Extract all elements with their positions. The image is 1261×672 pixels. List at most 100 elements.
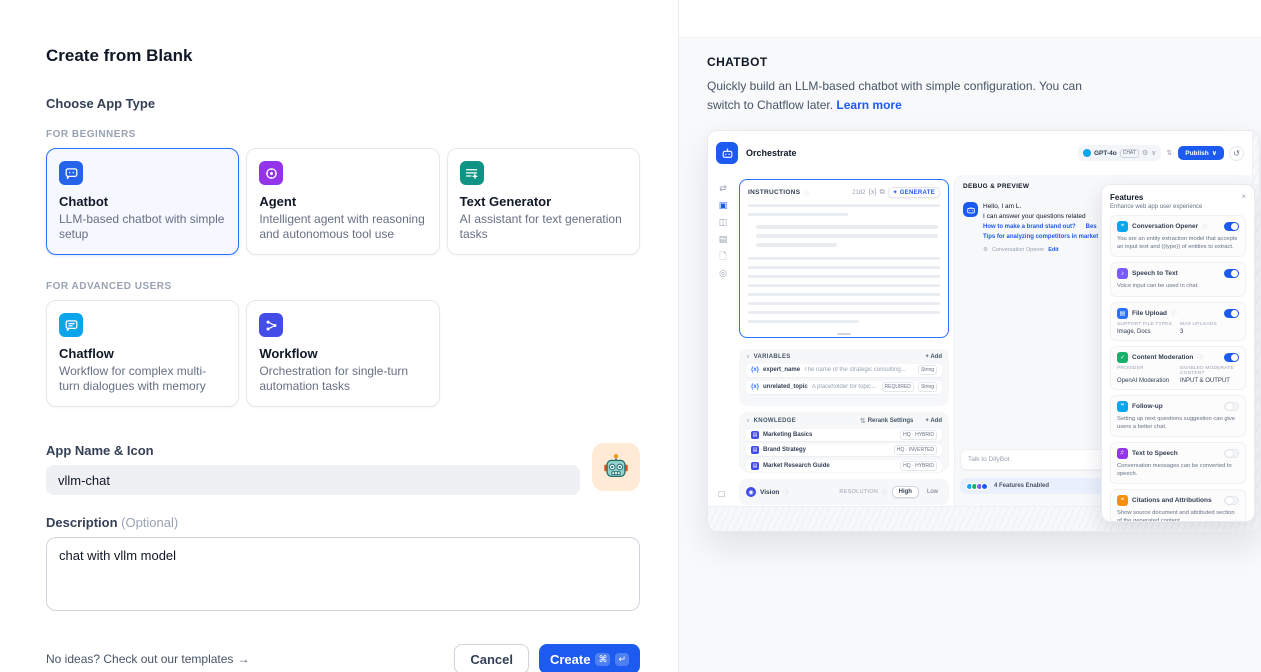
variables-section: ∨ VARIABLES + Add {x} expert_name The na… <box>739 349 949 406</box>
app-type-name: Text Generator <box>460 194 627 209</box>
chevron-down-icon: ∨ <box>746 418 750 424</box>
app-type-desc: Intelligent agent with reasoning and aut… <box>259 212 426 242</box>
info-icon: ⓘ <box>1202 223 1208 231</box>
resize-handle <box>837 333 851 335</box>
choose-app-type-label: Choose App Type <box>46 96 640 111</box>
robot-emoji-icon <box>601 452 631 482</box>
app-type-card-text-generator[interactable]: Text Generator AI assistant for text gen… <box>447 148 640 255</box>
create-app-modal: Create from Blank Choose App Type FOR BE… <box>0 0 1261 672</box>
feature-item: ❞ Follow-up Setting up next questions su… <box>1110 395 1246 437</box>
collapse-icon: ▢ <box>718 489 726 498</box>
generate-button: ✦ GENERATE <box>888 187 940 198</box>
index-mode-badge: HQ · HYBRID <box>900 461 937 471</box>
chevron-down-icon: ∨ <box>1151 149 1156 157</box>
feature-item: ♪ Speech to Text Voice input can be used… <box>1110 262 1246 296</box>
preview-pane: CHATBOT Quickly build an LLM-based chatb… <box>678 0 1261 672</box>
app-type-card-chatflow[interactable]: Chatflow Workflow for complex multi-turn… <box>46 300 239 407</box>
opener-gear-icon: ⚙ <box>983 247 988 253</box>
speech-to-text-icon: ♪ <box>1117 268 1128 279</box>
app-type-desc: Workflow for complex multi-turn dialogue… <box>59 364 226 394</box>
app-type-desc: Orchestration for single-turn automation… <box>259 364 426 394</box>
publish-button: Publish ∨ <box>1178 146 1224 160</box>
globe-nav-icon: ◎ <box>719 268 727 278</box>
preview-app-title: Orchestrate <box>746 148 797 158</box>
create-button[interactable]: Create ⌘ ↵ <box>539 644 640 672</box>
text-generator-icon <box>460 161 484 185</box>
for-beginners-label: FOR BEGINNERS <box>46 129 640 140</box>
app-type-card-chatbot[interactable]: Chatbot LLM-based chatbot with simple se… <box>46 148 239 255</box>
close-icon: × <box>1241 193 1246 201</box>
preview-mini-sidebar: ⇄ ▣ ◫ ▤ 🗋 ◎ <box>715 183 731 278</box>
dialog-footer: No ideas? Check out our templates → Canc… <box>46 644 640 672</box>
info-icon: ⓘ <box>1197 353 1203 361</box>
selected-type-description: Quickly build an LLM-based chatbot with … <box>707 77 1092 114</box>
app-name-input[interactable] <box>46 465 580 495</box>
file-upload-icon: ▤ <box>1117 308 1128 319</box>
feature-item: ❝ Conversation Opener ⓘ You are an entit… <box>1110 215 1246 257</box>
knowledge-doc-icon: ▤ <box>751 446 759 454</box>
index-mode-badge: HQ · HYBRID <box>900 430 937 440</box>
app-type-name: Chatbot <box>59 194 226 209</box>
suggested-question: Tips for analyzing competitors in market <box>983 232 1098 243</box>
create-form-pane: Create from Blank Choose App Type FOR BE… <box>0 0 678 672</box>
citations-icon: ❝ <box>1117 495 1128 506</box>
cancel-button[interactable]: Cancel <box>454 644 529 672</box>
description-label: Description <box>46 515 118 530</box>
feature-toggle <box>1224 402 1239 411</box>
chatbot-preview-image: Orchestrate GPT-4o CHAT ⚙ ∨ ⇅ Publish <box>707 130 1260 532</box>
follow-up-icon: ❞ <box>1117 401 1128 412</box>
feature-toggle <box>1224 222 1239 231</box>
feature-item: ✓ Content Moderation ⓘ PROVIDER ENABLED … <box>1110 346 1246 390</box>
compare-icon: ⇅ <box>1166 149 1172 157</box>
add-variable-button: + Add <box>925 354 942 360</box>
beginner-cards: Chatbot LLM-based chatbot with simple se… <box>46 148 640 255</box>
chevron-down-icon: ∨ <box>746 354 750 360</box>
knowledge-row: ▤ Marketing Basics HQ · HYBRID <box>746 429 942 441</box>
description-optional-label: (Optional) <box>121 515 178 530</box>
templates-link[interactable]: No ideas? Check out our templates → <box>46 652 249 666</box>
page-title: Create from Blank <box>46 46 640 66</box>
app-avatar-icon <box>716 142 738 164</box>
feature-item: ▤ File Upload ⓘ SUPPORT FILE TYPES MAX U… <box>1110 302 1246 341</box>
model-provider-icon <box>1083 149 1091 157</box>
feature-dot-icon <box>981 483 988 490</box>
app-name-label: App Name & Icon <box>46 443 580 458</box>
top-strip <box>679 0 1261 38</box>
index-mode-badge: HQ · INVERTED <box>894 445 937 455</box>
sparkle-icon: ✦ <box>893 189 898 196</box>
app-type-card-workflow[interactable]: Workflow Orchestration for single-turn a… <box>246 300 439 407</box>
selected-type-heading: CHATBOT <box>707 55 1261 69</box>
text-to-speech-icon: ♬ <box>1117 448 1128 459</box>
required-badge: REQUIRED <box>882 382 914 392</box>
variable-type: String <box>918 365 937 375</box>
vision-section: ◉ Vision ⓘ RESOLUTION ⓘ High Low <box>739 479 949 505</box>
variable-type: String <box>918 382 937 392</box>
workflow-icon <box>259 313 283 337</box>
app-type-desc: AI assistant for text generation tasks <box>460 212 627 242</box>
description-input[interactable]: chat with vllm model <box>46 537 640 611</box>
feature-item: ❝ Citations and Attributions Show source… <box>1110 489 1246 522</box>
variable-insert-icon: {x} <box>868 189 876 196</box>
features-panel: Features × Enhance web app user experien… <box>1101 184 1255 522</box>
preview-header-bar: Orchestrate GPT-4o CHAT ⚙ ∨ ⇅ Publish <box>708 131 1252 175</box>
app-type-desc: LLM-based chatbot with simple setup <box>59 212 226 242</box>
orchestrate-nav-icon: ▣ <box>719 200 728 210</box>
app-type-name: Agent <box>259 194 426 209</box>
swap-icon: ⇄ <box>719 183 727 193</box>
instructions-panel: INSTRUCTIONS ⓘ 2182 {x} ⧉ ✦ GENERATE <box>739 179 949 338</box>
copy-icon: ⧉ <box>880 189 885 197</box>
info-icon: ⓘ <box>783 488 789 496</box>
knowledge-doc-icon: ▤ <box>751 462 759 470</box>
vision-icon: ◉ <box>746 487 756 497</box>
knowledge-section: ∨ KNOWLEDGE ⇅ Rerank Settings + Add ▤ Ma… <box>739 412 949 472</box>
app-icon-picker[interactable] <box>592 443 640 491</box>
suggested-question: Bes <box>1086 224 1097 230</box>
app-type-card-agent[interactable]: Agent Intelligent agent with reasoning a… <box>246 148 439 255</box>
conversation-opener-icon: ❝ <box>1117 221 1128 232</box>
history-icon: ↺ <box>1229 146 1244 161</box>
chatbot-icon <box>59 161 83 185</box>
feature-item: ♬ Text to Speech Conversation messages c… <box>1110 442 1246 484</box>
info-icon: ⓘ <box>882 488 888 496</box>
chatflow-icon <box>59 313 83 337</box>
learn-more-link[interactable]: Learn more <box>836 98 901 112</box>
